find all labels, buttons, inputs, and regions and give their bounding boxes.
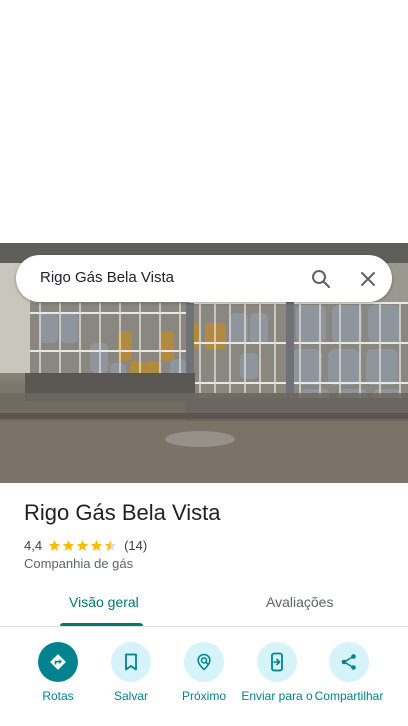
send-to-phone-button[interactable]: Enviar para o xyxy=(241,642,313,703)
rating-stars xyxy=(48,539,118,552)
send-to-phone-label: Enviar para o xyxy=(241,689,313,703)
share-label: Compartilhar xyxy=(314,689,384,703)
star-icon xyxy=(48,539,61,551)
half-star-icon xyxy=(104,539,117,551)
action-bar: Rotas Salvar Próximo Enviar para o Compa… xyxy=(0,642,408,726)
tab-overview[interactable]: Visão geral xyxy=(69,594,139,610)
nearby-button[interactable]: Próximo xyxy=(168,642,240,703)
share-icon xyxy=(329,642,369,682)
search-icon[interactable] xyxy=(308,266,334,292)
directions-icon xyxy=(38,642,78,682)
tab-reviews[interactable]: Avaliações xyxy=(266,594,333,610)
close-icon[interactable] xyxy=(355,266,381,292)
star-icon xyxy=(90,539,103,551)
share-button[interactable]: Compartilhar xyxy=(313,642,385,703)
directions-label: Rotas xyxy=(42,689,74,703)
tab-divider xyxy=(0,626,408,627)
search-input[interactable]: Rigo Gás Bela Vista xyxy=(40,269,174,286)
review-count: (14) xyxy=(124,537,148,553)
search-bar[interactable]: Rigo Gás Bela Vista xyxy=(16,255,392,302)
bookmark-icon xyxy=(111,642,151,682)
save-button[interactable]: Salvar xyxy=(95,642,167,703)
star-icon xyxy=(76,539,89,551)
nearby-icon xyxy=(184,642,224,682)
rating-row[interactable]: 4,4 (14) xyxy=(24,536,147,554)
nearby-label: Próximo xyxy=(181,689,226,703)
place-category: Companhia de gás xyxy=(24,556,134,571)
send-to-phone-icon xyxy=(257,642,297,682)
star-icon xyxy=(62,539,75,551)
rating-value: 4,4 xyxy=(24,537,43,553)
place-name: Rigo Gás Bela Vista xyxy=(24,500,221,525)
directions-button[interactable]: Rotas xyxy=(22,642,94,703)
save-label: Salvar xyxy=(113,689,148,703)
